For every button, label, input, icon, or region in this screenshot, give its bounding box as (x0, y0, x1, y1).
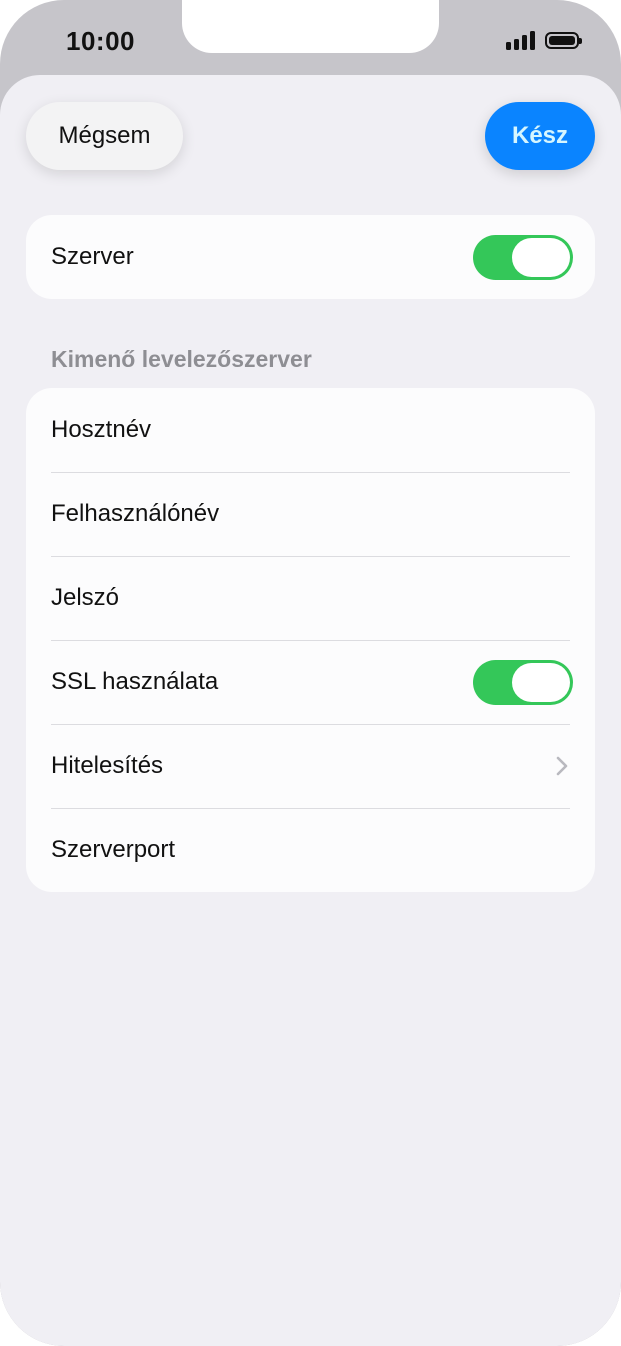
authentication-row[interactable]: Hitelesítés (26, 724, 595, 808)
password-label: Jelszó (51, 584, 120, 611)
toggle-knob (512, 237, 570, 277)
username-row[interactable]: Felhasználónév (26, 472, 595, 556)
chevron-right-icon (556, 756, 568, 776)
camera-notch (182, 0, 439, 53)
cellular-signal-icon (506, 30, 535, 50)
done-button[interactable]: Kész (485, 102, 595, 170)
username-label: Felhasználónév (51, 500, 220, 527)
password-row[interactable]: Jelszó (26, 556, 595, 640)
ssl-label: SSL használata (51, 668, 219, 695)
hostname-label: Hosztnév (51, 416, 152, 443)
battery-icon (545, 31, 582, 49)
server-row[interactable]: Szerver (26, 215, 595, 299)
cancel-button[interactable]: Mégsem (26, 102, 183, 170)
outgoing-server-header: Kimenő levelezőszerver (51, 346, 312, 372)
outgoing-server-card: Hosztnév Felhasználónév Jelszó SSL haszn… (26, 388, 595, 892)
server-label: Szerver (51, 243, 134, 270)
settings-sheet: Mégsem Kész Szerver Kimenő levelezőszerv… (0, 75, 621, 1346)
server-toggle[interactable] (473, 234, 573, 280)
status-icons (506, 30, 582, 50)
status-time: 10:00 (66, 26, 135, 56)
hostname-row[interactable]: Hosztnév (26, 388, 595, 472)
server-port-label: Szerverport (51, 836, 176, 863)
authentication-label: Hitelesítés (51, 752, 164, 779)
toggle-knob (512, 662, 570, 702)
server-port-row[interactable]: Szerverport (26, 808, 595, 892)
ssl-row[interactable]: SSL használata (26, 640, 595, 724)
ssl-toggle[interactable] (473, 659, 573, 705)
server-card: Szerver (26, 215, 595, 299)
phone-frame: 10:00 Mégsem Kész Szerver Kimenő levelez… (0, 0, 621, 1346)
